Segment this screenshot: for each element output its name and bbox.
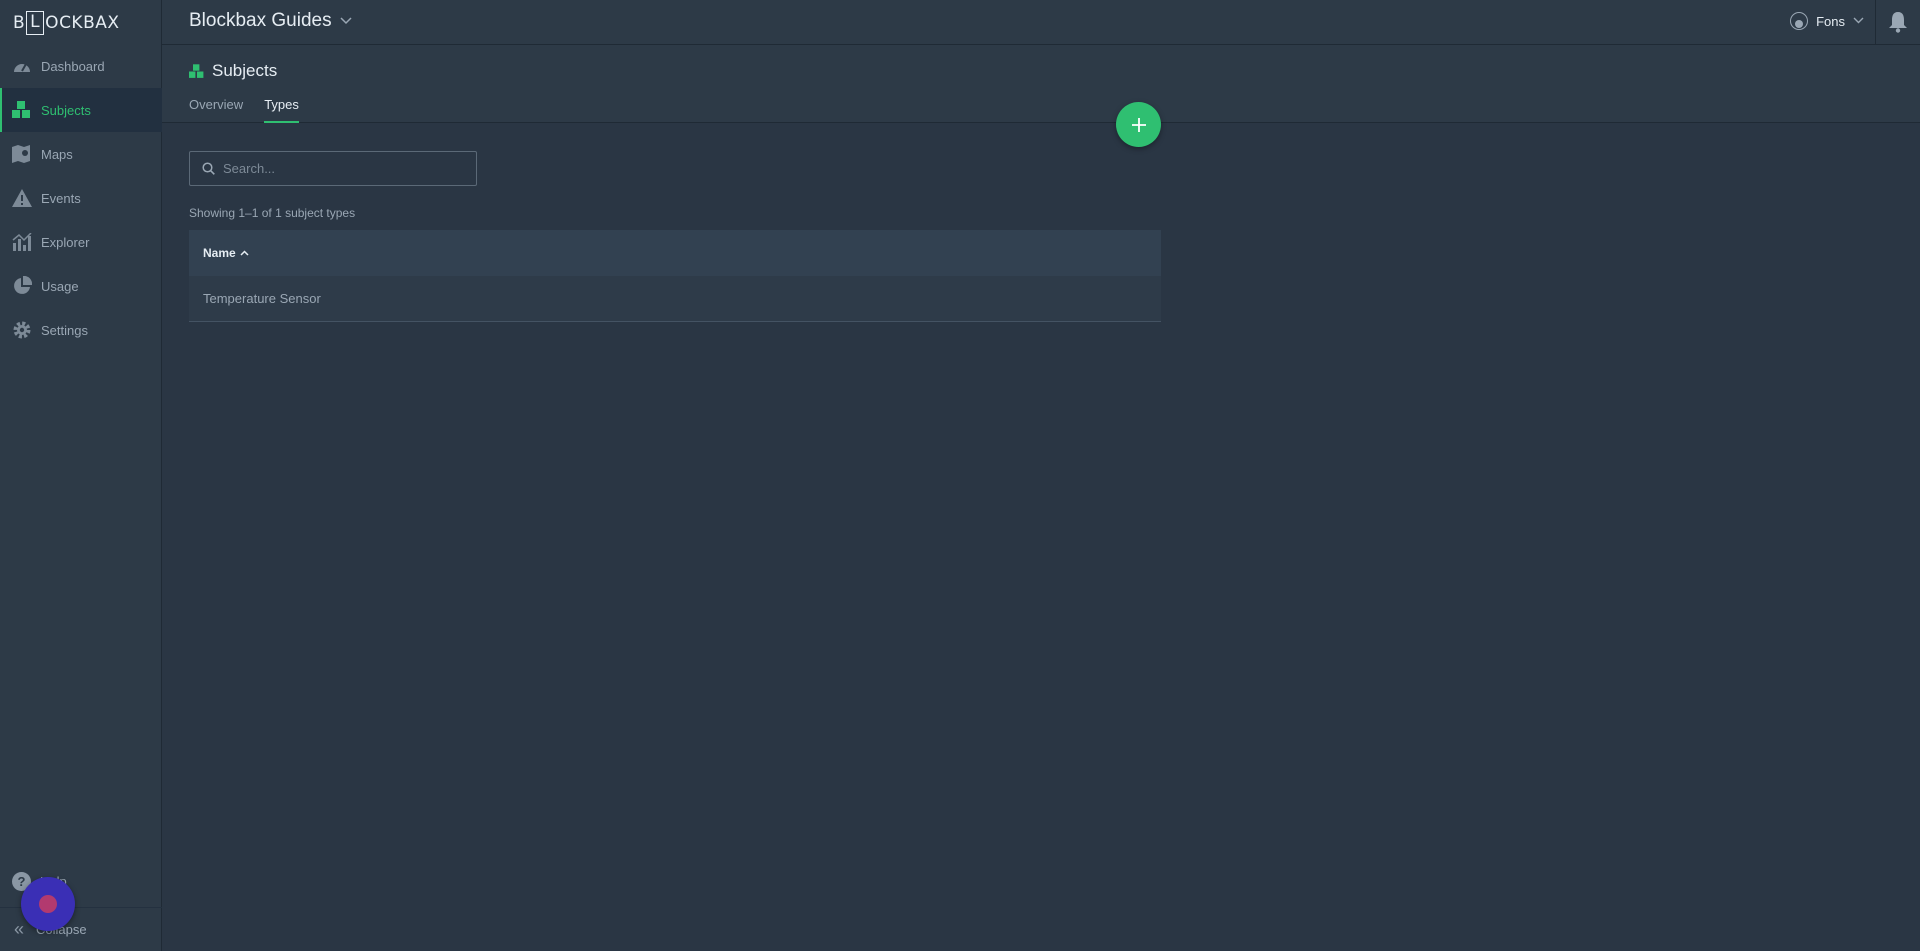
chevron-down-icon (340, 14, 352, 28)
top-bar: Blockbax Guides Fons (162, 0, 1920, 45)
sidebar-item-label: Maps (41, 146, 73, 162)
chevron-down-icon (1853, 15, 1864, 27)
tab-overview[interactable]: Overview (189, 97, 243, 123)
subjects-icon (189, 63, 205, 79)
blockbax-logo[interactable]: B L O CKBAX (13, 10, 120, 36)
double-chevron-left-icon: « (14, 919, 25, 939)
map-icon (12, 144, 32, 164)
sidebar-item-settings[interactable]: Settings (0, 308, 162, 352)
organization-selector[interactable]: Blockbax Guides (189, 10, 352, 32)
bell-icon[interactable] (1888, 11, 1908, 38)
sidebar-item-usage[interactable]: Usage (0, 264, 162, 308)
sidebar-item-label: Subjects (41, 102, 91, 118)
logo-text-post: CKBAX (59, 13, 120, 33)
tab-types[interactable]: Types (264, 97, 299, 123)
user-menu[interactable]: Fons (1790, 12, 1864, 30)
topbar-divider (1875, 0, 1876, 45)
chat-widget-button[interactable] (21, 877, 75, 931)
page-header: Subjects Overview Types (162, 45, 1920, 123)
sidebar-item-label: Events (41, 190, 81, 206)
sidebar-item-label: Usage (41, 278, 79, 294)
logo-text-pre: B (13, 13, 26, 33)
subject-types-table: Name Temperature Sensor (189, 230, 1161, 322)
page-tabs: Overview Types (189, 97, 320, 123)
user-name: Fons (1816, 13, 1845, 29)
subjects-icon (12, 100, 32, 120)
add-subject-type-button[interactable] (1116, 102, 1161, 147)
sidebar: B L O CKBAX Dashboard Subjects Maps Even… (0, 0, 162, 951)
table-row[interactable]: Temperature Sensor (189, 276, 1161, 322)
subject-type-name: Temperature Sensor (203, 291, 321, 306)
page-title-text: Subjects (212, 61, 278, 80)
chart-icon (12, 232, 32, 252)
sidebar-item-explorer[interactable]: Explorer (0, 220, 162, 264)
user-avatar-icon (1790, 12, 1809, 30)
organization-name: Blockbax Guides (189, 10, 332, 31)
page-title: Subjects (189, 61, 277, 81)
sidebar-item-subjects[interactable]: Subjects (0, 88, 162, 132)
search-box[interactable] (189, 151, 477, 186)
sidebar-item-events[interactable]: Events (0, 176, 162, 220)
warning-icon (12, 188, 32, 208)
logo-box-letter-1: L (26, 11, 45, 35)
sidebar-item-label: Settings (41, 322, 88, 338)
gear-icon (12, 320, 32, 340)
sidebar-item-dashboard[interactable]: Dashboard (0, 44, 162, 88)
sidebar-item-label: Dashboard (41, 58, 105, 74)
sidebar-item-maps[interactable]: Maps (0, 132, 162, 176)
search-icon (202, 162, 215, 175)
chat-icon (39, 895, 57, 913)
search-input[interactable] (223, 161, 463, 176)
sidebar-nav: Dashboard Subjects Maps Events Explorer (0, 44, 162, 352)
table-header: Name (189, 230, 1161, 276)
gauge-icon (12, 56, 32, 76)
logo-box-letter-2: O (45, 13, 60, 33)
results-count: Showing 1–1 of 1 subject types (189, 206, 356, 220)
sidebar-item-label: Explorer (41, 234, 90, 250)
column-header-name[interactable]: Name (203, 246, 236, 260)
sort-ascending-icon[interactable] (240, 248, 249, 259)
pie-icon (12, 276, 32, 296)
plus-icon (1131, 117, 1146, 132)
